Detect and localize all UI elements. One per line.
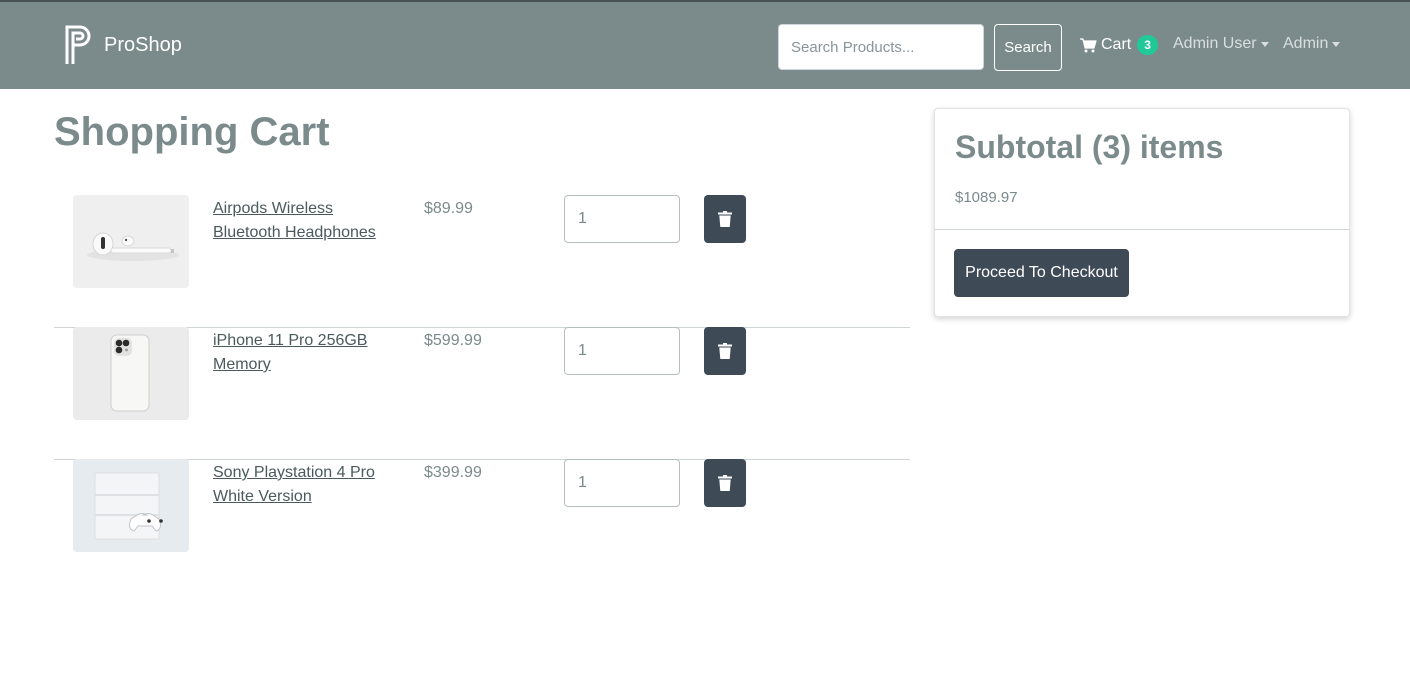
user-menu-dropdown[interactable]: Admin User	[1173, 35, 1269, 53]
subtotal-amount: $1089.97	[955, 189, 1018, 206]
quantity-input[interactable]	[564, 459, 680, 507]
product-link[interactable]: Airpods Wireless Bluetooth Headphones	[213, 197, 393, 245]
trash-icon	[718, 211, 732, 227]
navbar: ProShop Search Cart 3 Admin User Admin	[0, 0, 1410, 89]
product-link[interactable]: Sony Playstation 4 Pro White Version	[213, 461, 393, 509]
playstation-image[interactable]	[73, 459, 189, 552]
product-price: $399.99	[424, 464, 482, 481]
caret-down-icon	[1332, 41, 1341, 47]
order-summary-card: Subtotal (3) items $1089.97 Proceed To C…	[934, 108, 1350, 317]
shopping-cart-icon	[1080, 37, 1097, 52]
airpods-image[interactable]	[73, 195, 189, 288]
search-button[interactable]: Search	[994, 24, 1062, 71]
quantity-input[interactable]	[564, 195, 680, 243]
cart-count-badge: 3	[1137, 35, 1158, 55]
admin-menu-label: Admin	[1283, 35, 1329, 52]
summary-divider	[935, 229, 1349, 230]
product-price: $89.99	[424, 200, 473, 217]
caret-down-icon	[1260, 41, 1269, 47]
user-menu-label: Admin User	[1173, 35, 1257, 52]
cart-label: Cart	[1101, 36, 1132, 53]
search-input[interactable]	[778, 24, 984, 70]
iphone-image[interactable]	[73, 327, 189, 420]
proshop-logo-icon	[65, 25, 91, 64]
trash-icon	[718, 343, 732, 359]
remove-item-button[interactable]	[704, 459, 746, 507]
quantity-input[interactable]	[564, 327, 680, 375]
cart-item: iPhone 11 Pro 256GB Memory $599.99	[54, 327, 910, 460]
proceed-to-checkout-button[interactable]: Proceed To Checkout	[954, 249, 1129, 297]
trash-icon	[718, 475, 732, 491]
brand-link[interactable]: ProShop	[64, 24, 182, 66]
cart-item: Airpods Wireless Bluetooth Headphones $8…	[54, 195, 910, 328]
product-link[interactable]: iPhone 11 Pro 256GB Memory	[213, 329, 393, 377]
cart-item: Sony Playstation 4 Pro White Version $39…	[54, 459, 910, 591]
brand-name: ProShop	[104, 33, 182, 56]
remove-item-button[interactable]	[704, 195, 746, 243]
subtotal-heading: Subtotal (3) items	[955, 129, 1224, 165]
page-title: Shopping Cart	[54, 110, 330, 154]
remove-item-button[interactable]	[704, 327, 746, 375]
cart-link[interactable]: Cart 3	[1080, 35, 1158, 55]
product-price: $599.99	[424, 332, 482, 349]
admin-menu-dropdown[interactable]: Admin	[1283, 35, 1341, 53]
